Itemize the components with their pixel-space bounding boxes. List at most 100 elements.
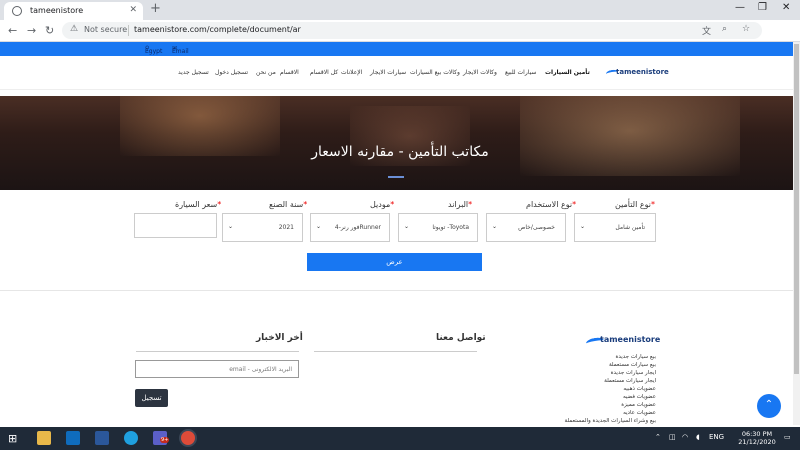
browser-tab-strip: tameenistore ✕ + — ❐ ✕ (0, 0, 800, 20)
back-icon[interactable]: ← (8, 24, 17, 37)
hero-title: مكاتب التأمين - مقارنه الاسعار (311, 144, 489, 160)
label-model: موديل* (370, 200, 395, 209)
footer-link[interactable]: عضويات عاديه (623, 410, 656, 416)
brand-select[interactable]: ⌄ تويوتا -Toyota (398, 213, 478, 242)
site-logo[interactable]: tameenistore (605, 66, 669, 80)
footer-link[interactable]: عضويات ذهبيه (623, 386, 656, 392)
chevron-down-icon: ⌄ (316, 223, 322, 230)
select-value: فور رنر-4Runner (334, 224, 381, 231)
car-price-input[interactable] (134, 213, 217, 238)
footer-link[interactable]: بيع سيارات مستعملة (609, 362, 656, 368)
url-text[interactable]: tameenistore.com/complete/document/ar (134, 25, 301, 34)
footer-link[interactable]: بيع سيارات جديدة (615, 354, 656, 360)
footer-link[interactable]: بيع وشراء السيارات الجديدة والمستعملة (565, 418, 656, 424)
select-value: 2021 (278, 224, 294, 231)
site-topbar: Egypt ⚲ Email ✉ (0, 42, 800, 56)
page-scrollbar[interactable] (793, 42, 800, 425)
year-select[interactable]: ⌄ 2021 (222, 213, 303, 242)
forward-icon[interactable]: → (27, 24, 36, 37)
label-car-price: سعر السيارة* (175, 200, 222, 209)
scrollbar-thumb[interactable] (794, 44, 799, 374)
chevron-down-icon: ⌄ (492, 223, 498, 230)
nav-sections[interactable]: الاقسام (280, 69, 299, 76)
word-icon[interactable] (95, 431, 109, 445)
insurance-type-select[interactable]: ⌄ تأمين شامل (574, 213, 656, 242)
location-link[interactable]: Egypt ⚲ (145, 45, 162, 55)
zoom-icon[interactable]: ⌕ (722, 24, 727, 34)
nav-about[interactable]: من نحن (256, 69, 276, 76)
minimize-button[interactable]: — (735, 2, 745, 13)
newsletter-subscribe-button[interactable]: تسجيل (135, 389, 168, 407)
footer-link[interactable]: عضويات مميزة (621, 402, 656, 408)
chrome-icon[interactable] (181, 431, 195, 445)
not-secure-label[interactable]: Not secure (84, 25, 127, 34)
label-text: نوع التأمين (615, 200, 651, 209)
nav-car-insurance[interactable]: تأمين السيارات (545, 69, 590, 76)
chevron-down-icon: ⌄ (404, 223, 410, 230)
footer-link[interactable]: ايجار سيارات مستعملة (604, 378, 656, 384)
show-results-button[interactable]: عرض (307, 253, 482, 271)
nav-dealerships[interactable]: وكالات بيع السيارات (410, 69, 460, 76)
teams-icon[interactable]: 9+ (153, 431, 170, 445)
select-value: خصوصى/خاص (518, 224, 555, 231)
label-text: البراند (448, 200, 469, 209)
edge-icon[interactable] (124, 431, 138, 445)
globe-icon (12, 6, 22, 16)
notification-badge: 9+ (160, 437, 170, 443)
file-explorer-icon[interactable] (37, 431, 51, 445)
nav-all-sections[interactable]: كل الاقسام (310, 69, 338, 76)
footer-link[interactable]: عضويات فضيه (623, 394, 656, 400)
notifications-icon[interactable]: ▭ (784, 433, 791, 441)
bookmark-star-icon[interactable]: ☆ (742, 24, 750, 34)
reload-icon[interactable]: ↻ (45, 24, 54, 37)
language-indicator[interactable]: ENG (709, 433, 724, 441)
email-text: Email (172, 48, 189, 55)
label-text: سعر السيارة (175, 200, 218, 209)
browser-toolbar: ← → ↻ ⚠ Not secure tameenistore.com/comp… (0, 20, 800, 56)
close-tab-icon[interactable]: ✕ (129, 5, 137, 15)
footer-link[interactable]: ايجار سيارات جديدة (611, 370, 656, 376)
outlook-icon[interactable] (66, 431, 80, 445)
translate-icon[interactable]: 文 (702, 24, 711, 37)
address-separator (128, 25, 129, 36)
windows-taskbar: ⊞ 9+ ⌃ ◫ ◠ ◖ ENG 06:30 PM 21/12/2020 ▭ (0, 427, 800, 450)
chevron-up-icon[interactable]: ⌃ (655, 433, 661, 441)
logo-text: tameenistore (600, 335, 661, 344)
clock-time: 06:30 PM (741, 430, 773, 438)
newsletter-email-input[interactable]: email - البريد الالكترونى (135, 360, 299, 378)
hero-light (520, 96, 740, 176)
tab-title: tameenistore (30, 6, 84, 15)
footer-rule (314, 351, 477, 352)
wifi-icon[interactable]: ◠ (682, 433, 688, 441)
system-clock[interactable]: 06:30 PM 21/12/2020 (736, 430, 778, 446)
label-insurance-type: نوع التأمين* (615, 200, 655, 209)
nav-login[interactable]: تسجيل دخول (215, 69, 248, 76)
nav-rental-cars[interactable]: سيارات الايجار (370, 69, 406, 76)
close-window-button[interactable]: ✕ (782, 2, 790, 13)
restore-button[interactable]: ❐ (758, 2, 767, 13)
network-icon[interactable]: ◫ (669, 433, 676, 441)
chevron-down-icon: ⌄ (228, 223, 234, 230)
site-navbar: tameenistore تأمين السيارات سيارات للبيع… (0, 56, 800, 90)
nav-cars-for-sale[interactable]: سيارات للبيع (505, 69, 536, 76)
footer-rule (136, 351, 299, 352)
volume-icon[interactable]: ◖ (696, 433, 700, 441)
select-value: تأمين شامل (615, 224, 645, 231)
model-select[interactable]: ⌄ فور رنر-4Runner (310, 213, 390, 242)
new-tab-button[interactable]: + (150, 1, 161, 16)
warning-icon[interactable]: ⚠ (70, 24, 78, 34)
hero-underline (388, 176, 404, 178)
address-bar[interactable]: ⚠ Not secure tameenistore.com/complete/d… (62, 22, 762, 39)
footer-latest-news-title: أخر الاخبار (256, 333, 303, 343)
nav-rental-agencies[interactable]: وكالات الايجار (463, 69, 497, 76)
browser-tab[interactable]: tameenistore ✕ (4, 2, 143, 20)
windows-start-icon[interactable]: ⊞ (8, 432, 17, 445)
nav-ads[interactable]: الإعلانات (341, 69, 362, 76)
scroll-to-top-button[interactable]: ⌃ (757, 394, 781, 418)
usage-type-select[interactable]: ⌄ خصوصى/خاص (486, 213, 566, 242)
nav-register[interactable]: تسجيل جديد (178, 69, 209, 76)
footer-logo[interactable]: tameenistore (585, 334, 660, 348)
email-link[interactable]: Email ✉ (172, 45, 189, 55)
label-brand: البراند* (448, 200, 473, 209)
chevron-down-icon: ⌄ (580, 223, 586, 230)
